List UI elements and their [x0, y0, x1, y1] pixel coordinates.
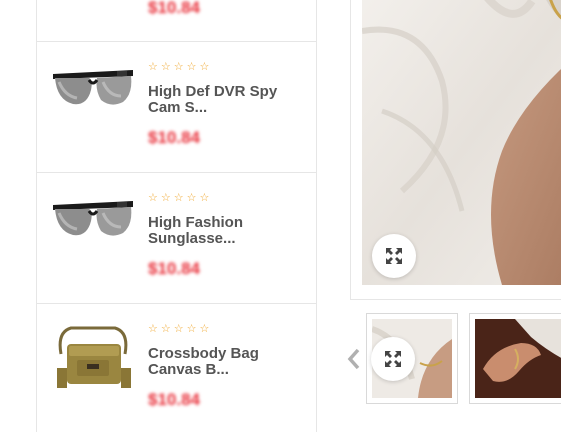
product-item[interactable]: $10.84: [37, 0, 316, 42]
rating-stars: ☆☆☆☆☆: [148, 192, 213, 204]
sunglasses-icon: [53, 201, 133, 236]
product-title[interactable]: Crossbody Bag Canvas B...: [148, 346, 308, 378]
product-item[interactable]: ☆☆☆☆☆ High Def DVR Spy Cam S... $10.84: [37, 41, 316, 172]
crossbody-bag-icon: [57, 326, 131, 388]
chevron-left-icon: [347, 348, 360, 370]
zoom-button[interactable]: [372, 234, 416, 278]
product-item[interactable]: ☆☆☆☆☆ High Fashion Sunglasse... $10.84: [37, 172, 316, 303]
rating-stars: ☆☆☆☆☆: [148, 61, 213, 73]
product-image[interactable]: [51, 0, 135, 4]
product-price: $10.84: [148, 0, 200, 17]
product-image[interactable]: [51, 324, 135, 390]
product-title[interactable]: High Fashion Sunglasse...: [148, 215, 308, 247]
product-item[interactable]: ☆☆☆☆☆ Crossbody Bag Canvas B... $10.84: [37, 303, 316, 432]
product-price: $10.84: [148, 128, 200, 147]
product-price: $10.84: [148, 390, 200, 409]
carousel-prev-button[interactable]: [346, 348, 362, 370]
thumbnail-item[interactable]: [469, 313, 561, 404]
product-title[interactable]: High Def DVR Spy Cam S...: [148, 84, 308, 116]
product-list: $10.84 ☆☆☆☆☆ High Def DVR Spy Cam S... $…: [36, 0, 317, 432]
bracelet-hand-thumbnail: [475, 319, 561, 398]
sunglasses-icon: [53, 70, 133, 105]
product-image[interactable]: [51, 66, 135, 120]
expand-arrows-icon: [385, 351, 401, 367]
rating-stars: ☆☆☆☆☆: [148, 323, 213, 335]
product-image[interactable]: [51, 197, 135, 251]
product-price: $10.84: [148, 259, 200, 278]
expand-arrows-icon: [386, 248, 402, 264]
zoom-button[interactable]: [371, 337, 415, 381]
